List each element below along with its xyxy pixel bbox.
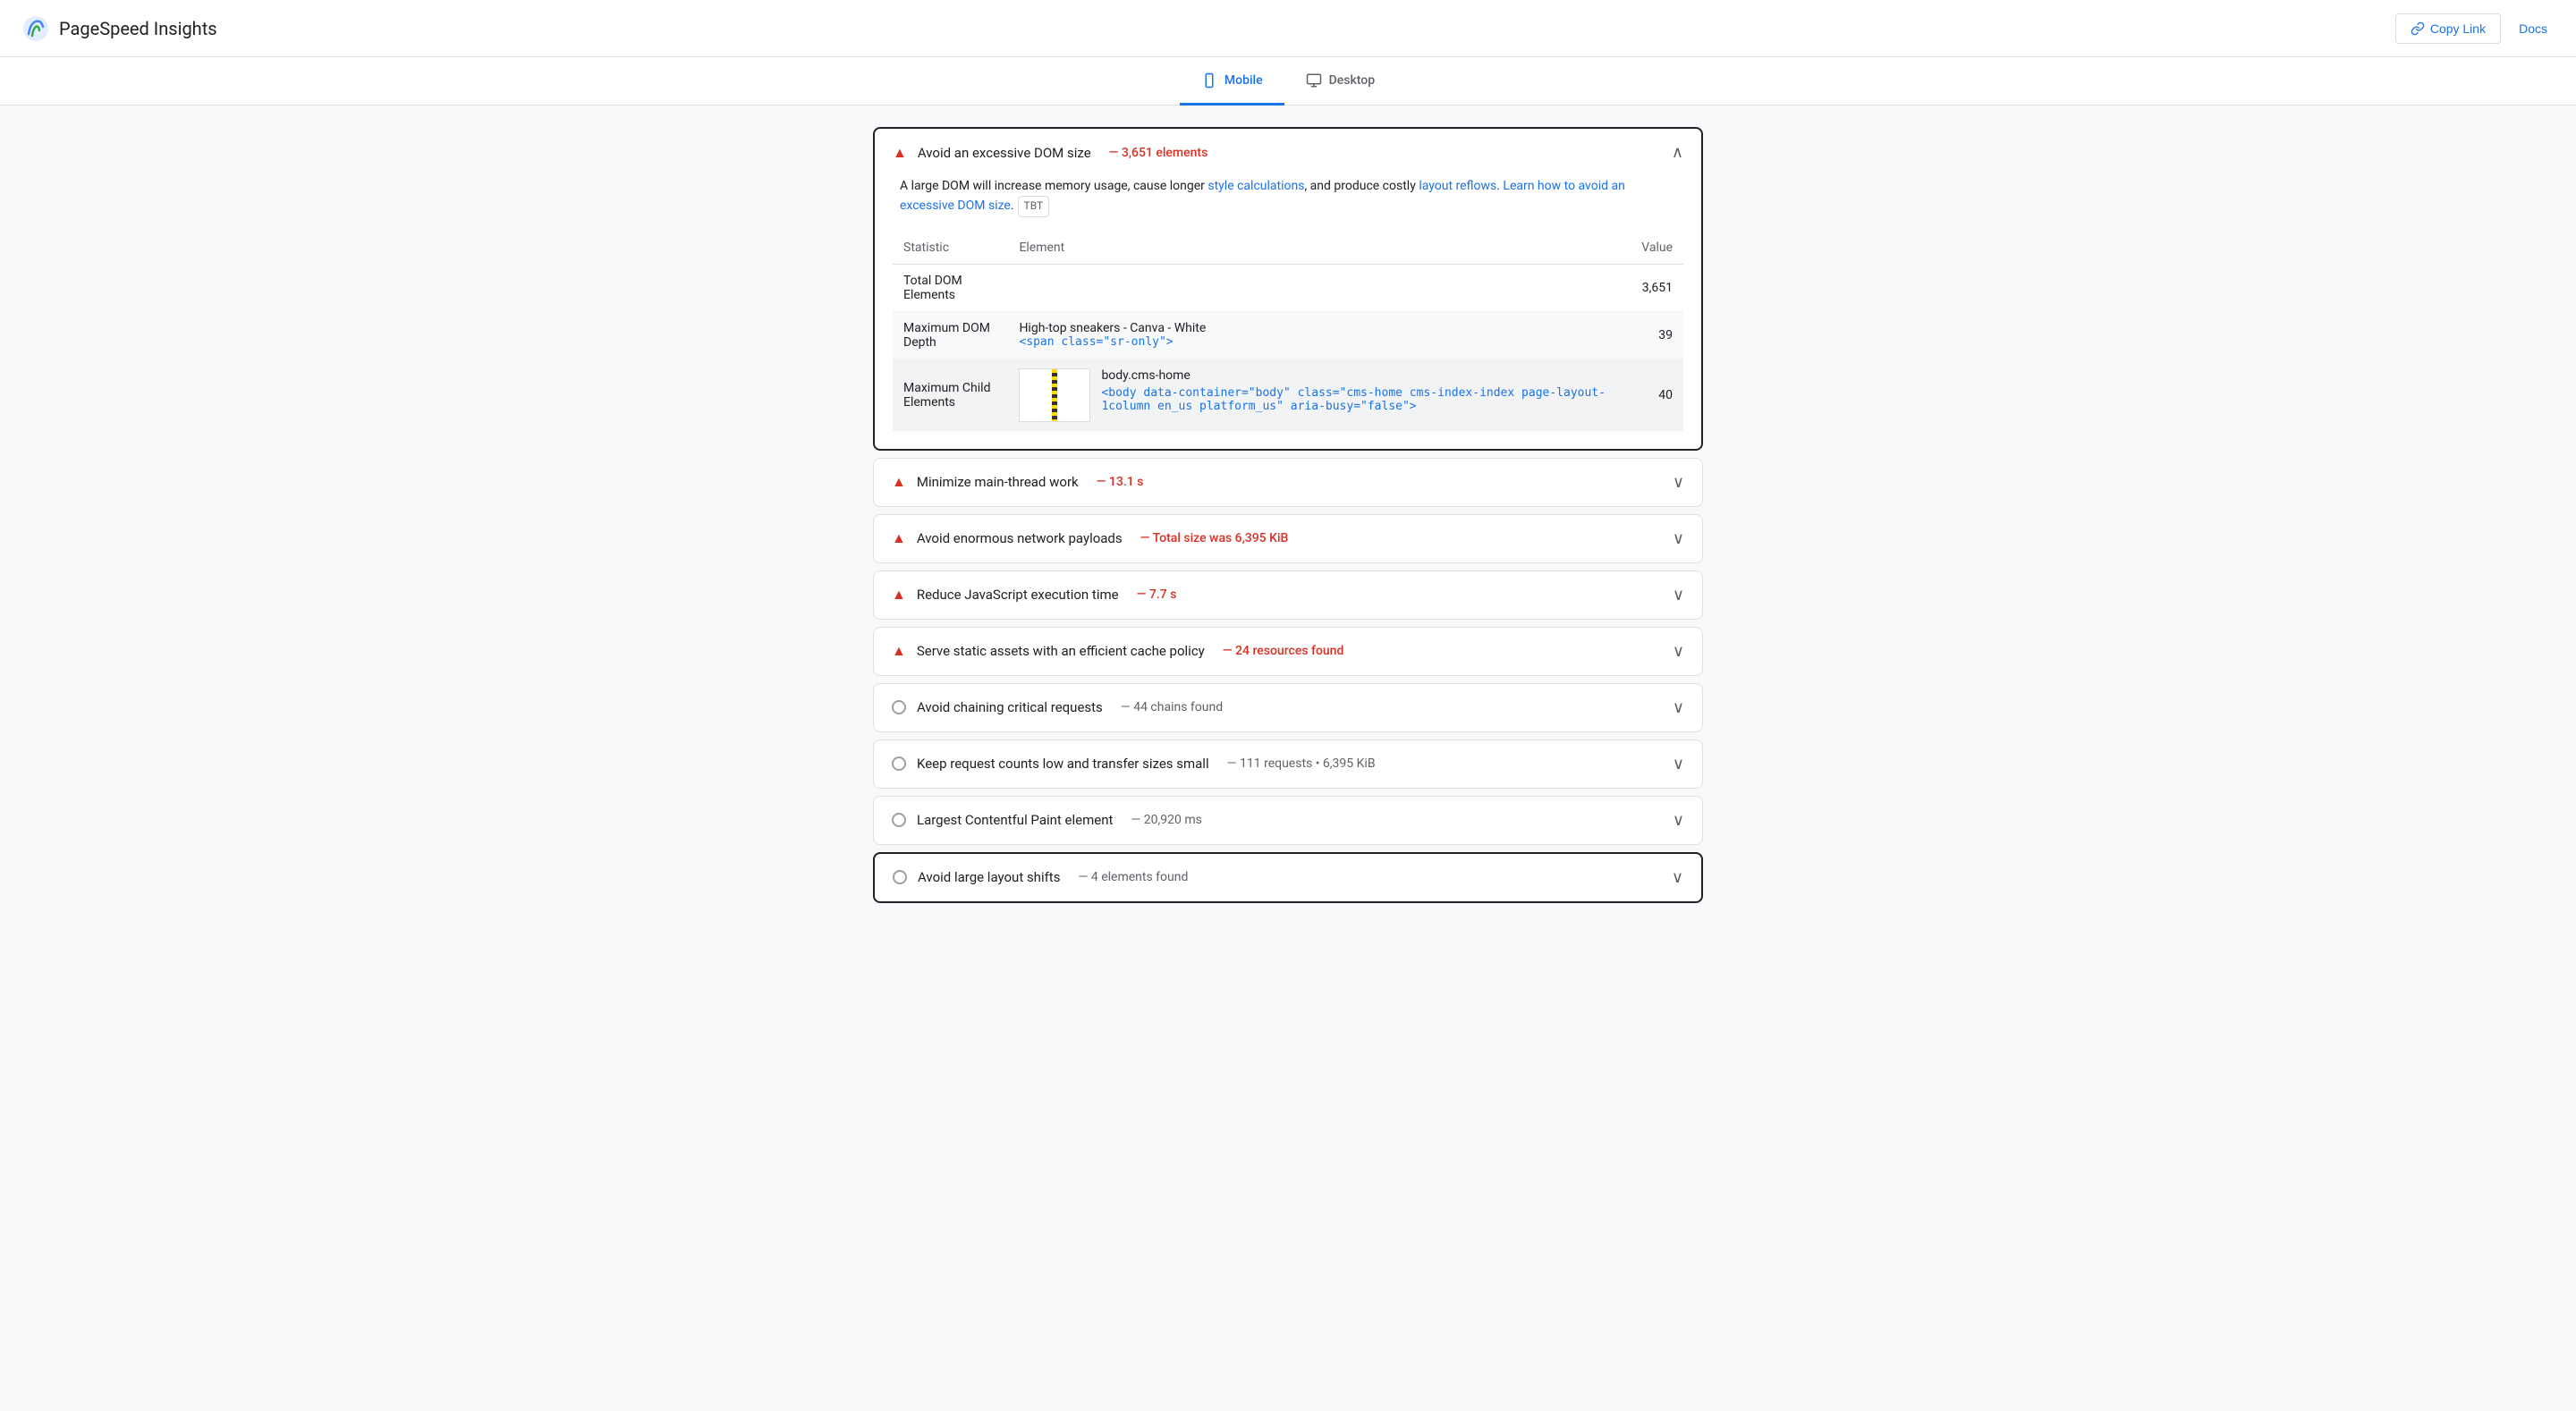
chevron-down-js-execution: ∨ (1673, 586, 1684, 604)
audit-value-cache-policy: — 24 resources found (1223, 644, 1344, 658)
audit-card-network-payloads: ▲ Avoid enormous network payloads — Tota… (873, 514, 1703, 563)
neutral-icon-lcp-element (892, 813, 906, 827)
audit-value-lcp-element: — 20,920 ms (1131, 813, 1201, 827)
mobile-icon (1201, 72, 1217, 89)
audit-header-cache-policy[interactable]: ▲ Serve static assets with an efficient … (874, 628, 1702, 675)
audit-description-dom-size: A large DOM will increase memory usage, … (893, 176, 1683, 217)
audit-title-request-counts: Keep request counts low and transfer siz… (917, 756, 1209, 772)
header-actions: Copy Link Docs (2395, 13, 2555, 44)
element-code-children: <body data-container="body" class="cms-h… (1101, 386, 1620, 413)
error-icon-main-thread: ▲ (892, 473, 906, 491)
audit-card-js-execution: ▲ Reduce JavaScript execution time — 7.7… (873, 570, 1703, 620)
thumb-stripe (1052, 369, 1057, 421)
audit-header-lcp-element[interactable]: Largest Contentful Paint element — 20,92… (874, 797, 1702, 844)
chevron-down-cache-policy: ∨ (1673, 642, 1684, 661)
desktop-icon (1306, 72, 1322, 89)
audit-card-dom-size: ▲ Avoid an excessive DOM size — 3,651 el… (873, 127, 1703, 451)
element-children: body.cms-home <body data-container="body… (1008, 359, 1631, 431)
docs-button[interactable]: Docs (2512, 14, 2555, 43)
table-row: Maximum ChildElements body.cms-home <bod… (893, 359, 1683, 431)
audit-title-js-execution: Reduce JavaScript execution time (917, 587, 1119, 603)
chevron-up-dom-size: ∧ (1672, 143, 1683, 162)
tabs-bar: Mobile Desktop (0, 57, 2576, 106)
statistic-total: Total DOM Elements (893, 264, 1008, 311)
table-row: Total DOM Elements 3,651 (893, 264, 1683, 311)
value-depth: 39 (1631, 311, 1683, 359)
audit-header-network-payloads[interactable]: ▲ Avoid enormous network payloads — Tota… (874, 515, 1702, 562)
value-total: 3,651 (1631, 264, 1683, 311)
audit-card-main-thread: ▲ Minimize main-thread work — 13.1 s ∨ (873, 458, 1703, 507)
chevron-down-main-thread: ∨ (1673, 473, 1684, 492)
link-style-calculations[interactable]: style calculations (1208, 179, 1304, 193)
tbt-badge: TBT (1018, 196, 1050, 216)
chevron-down-request-counts: ∨ (1673, 755, 1684, 773)
chevron-down-critical-requests: ∨ (1673, 698, 1684, 717)
value-children: 40 (1631, 359, 1683, 431)
audit-value-main-thread: — 13.1 s (1097, 475, 1144, 489)
error-icon-network-payloads: ▲ (892, 529, 906, 547)
copy-link-button[interactable]: Copy Link (2395, 13, 2501, 44)
audit-value-layout-shifts: — 4 elements found (1078, 870, 1188, 884)
thumb-container: body.cms-home <body data-container="body… (1019, 368, 1620, 422)
chevron-down-lcp-element: ∨ (1673, 811, 1684, 830)
psi-logo-icon (21, 14, 50, 43)
copy-link-label: Copy Link (2430, 21, 2486, 36)
audit-value-network-payloads: — Total size was 6,395 KiB (1140, 531, 1289, 545)
header: PageSpeed Insights Copy Link Docs (0, 0, 2576, 57)
element-info: body.cms-home <body data-container="body… (1101, 368, 1620, 413)
audit-value-request-counts: — 111 requests • 6,395 KiB (1227, 756, 1376, 771)
audit-card-request-counts: Keep request counts low and transfer siz… (873, 739, 1703, 789)
element-code-depth: <span class="sr-only"> (1019, 335, 1620, 349)
chevron-down-network-payloads: ∨ (1673, 529, 1684, 548)
audit-header-main-thread[interactable]: ▲ Minimize main-thread work — 13.1 s ∨ (874, 459, 1702, 506)
audit-header-request-counts[interactable]: Keep request counts low and transfer siz… (874, 740, 1702, 788)
statistic-children: Maximum ChildElements (893, 359, 1008, 431)
col-value: Value (1631, 232, 1683, 265)
audit-body-dom-size: A large DOM will increase memory usage, … (875, 176, 1701, 449)
tab-desktop-label: Desktop (1329, 73, 1375, 88)
element-total (1008, 264, 1631, 311)
audit-card-cache-policy: ▲ Serve static assets with an efficient … (873, 627, 1703, 676)
chevron-down-layout-shifts: ∨ (1672, 868, 1683, 887)
tab-mobile[interactable]: Mobile (1180, 58, 1284, 106)
col-element: Element (1008, 232, 1631, 265)
statistic-depth: Maximum DOM Depth (893, 311, 1008, 359)
audit-title-network-payloads: Avoid enormous network payloads (917, 530, 1123, 546)
audit-header-js-execution[interactable]: ▲ Reduce JavaScript execution time — 7.7… (874, 571, 1702, 619)
dom-size-table: Statistic Element Value Total DOM Elemen… (893, 232, 1683, 431)
audit-title-lcp-element: Largest Contentful Paint element (917, 812, 1113, 828)
neutral-icon-request-counts (892, 756, 906, 771)
audit-card-lcp-element: Largest Contentful Paint element — 20,92… (873, 796, 1703, 845)
audit-header-critical-requests[interactable]: Avoid chaining critical requests — 44 ch… (874, 684, 1702, 731)
audit-value-js-execution: — 7.7 s (1137, 587, 1177, 602)
audit-header-dom-size[interactable]: ▲ Avoid an excessive DOM size — 3,651 el… (875, 129, 1701, 176)
audit-title-layout-shifts: Avoid large layout shifts (918, 869, 1060, 885)
tab-desktop[interactable]: Desktop (1284, 58, 1396, 106)
logo-text: PageSpeed Insights (59, 18, 217, 39)
table-row: Maximum DOM Depth High-top sneakers - Ca… (893, 311, 1683, 359)
error-icon-dom-size: ▲ (893, 144, 907, 162)
audit-title-main-thread: Minimize main-thread work (917, 474, 1079, 490)
audit-value-critical-requests: — 44 chains found (1121, 700, 1223, 714)
neutral-icon-layout-shifts (893, 870, 907, 884)
error-icon-cache-policy: ▲ (892, 642, 906, 660)
audit-card-layout-shifts: Avoid large layout shifts — 4 elements f… (873, 852, 1703, 903)
audit-header-layout-shifts[interactable]: Avoid large layout shifts — 4 elements f… (875, 854, 1701, 901)
element-text-children: body.cms-home (1101, 368, 1620, 383)
audit-card-critical-requests: Avoid chaining critical requests — 44 ch… (873, 683, 1703, 732)
main-content: ▲ Avoid an excessive DOM size — 3,651 el… (859, 127, 1717, 903)
logo: PageSpeed Insights (21, 14, 217, 43)
error-icon-js-execution: ▲ (892, 586, 906, 604)
audit-title-critical-requests: Avoid chaining critical requests (917, 699, 1103, 715)
col-statistic: Statistic (893, 232, 1008, 265)
thumbnail (1019, 368, 1090, 422)
element-depth: High-top sneakers - Canva - White <span … (1008, 311, 1631, 359)
audit-title-dom-size: Avoid an excessive DOM size (918, 145, 1091, 161)
link-layout-reflows[interactable]: layout reflows (1419, 179, 1496, 193)
audit-title-cache-policy: Serve static assets with an efficient ca… (917, 643, 1205, 659)
neutral-icon-critical-requests (892, 700, 906, 714)
audit-value-dom-size: — 3,651 elements (1109, 146, 1208, 160)
tab-mobile-label: Mobile (1224, 73, 1263, 88)
link-icon (2411, 21, 2425, 36)
